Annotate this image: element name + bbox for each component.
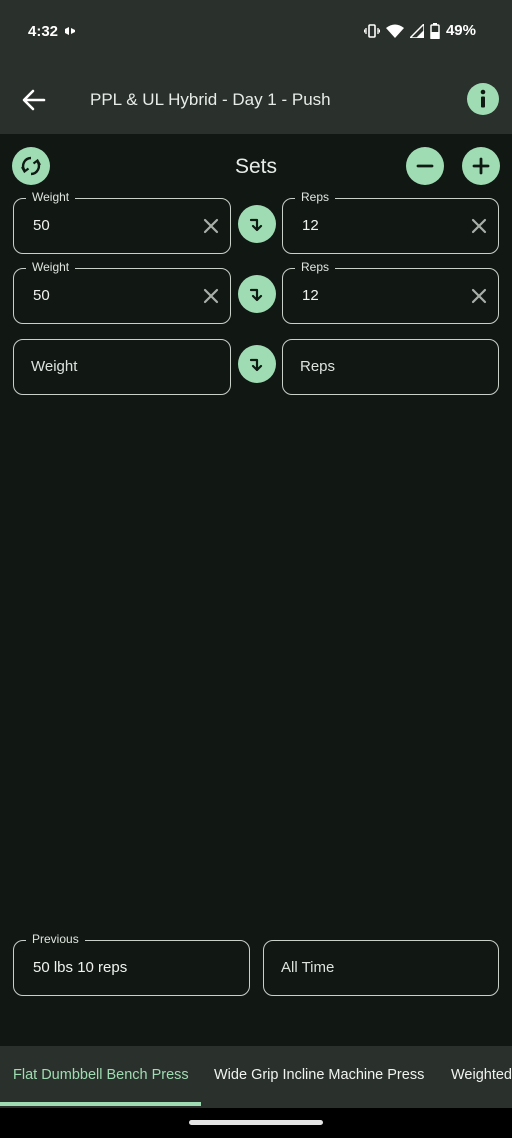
- notification-icon: [65, 27, 75, 35]
- wifi-icon: [385, 24, 404, 38]
- clear-icon[interactable]: [202, 287, 220, 305]
- previous-field[interactable]: Previous 50 lbs 10 reps: [13, 932, 250, 996]
- signal-icon: [409, 23, 424, 38]
- vibrate-icon: [363, 23, 380, 38]
- reps-label: Reps: [295, 190, 336, 204]
- app-bar: PPL & UL Hybrid - Day 1 - Push: [0, 64, 512, 134]
- turn-down-arrow-icon: [249, 358, 263, 372]
- reps-label: Reps: [295, 260, 336, 274]
- reps-field[interactable]: Reps 12: [282, 260, 499, 324]
- weight-placeholder: Weight: [31, 358, 78, 375]
- exercise-tab-bar: Flat Dumbbell Bench Press Wide Grip Incl…: [0, 1046, 512, 1108]
- time-range-value: All Time: [281, 959, 335, 976]
- tab-weighted[interactable]: Weighted: [451, 1067, 512, 1083]
- copy-down-button[interactable]: [238, 275, 276, 313]
- battery-icon: [430, 22, 440, 39]
- workout-title: PPL & UL Hybrid - Day 1 - Push: [90, 90, 331, 109]
- previous-value: 50 lbs 10 reps: [33, 959, 128, 976]
- reps-field[interactable]: Reps: [282, 339, 499, 395]
- status-bar: 4:32 49%: [0, 0, 512, 64]
- clear-icon[interactable]: [470, 287, 488, 305]
- reps-value: 12: [302, 217, 319, 234]
- weight-field[interactable]: Weight 50: [13, 260, 231, 324]
- minus-icon: [416, 164, 434, 168]
- status-time: 4:32: [28, 23, 59, 40]
- turn-down-arrow-icon: [249, 288, 263, 302]
- tab-wide-grip-incline-machine-press[interactable]: Wide Grip Incline Machine Press: [214, 1067, 424, 1083]
- clear-icon[interactable]: [202, 217, 220, 235]
- home-gesture-handle[interactable]: [189, 1120, 323, 1125]
- weight-label: Weight: [26, 190, 76, 204]
- weight-field[interactable]: Weight: [13, 339, 231, 395]
- reps-value: 12: [302, 287, 319, 304]
- reps-field[interactable]: Reps 12: [282, 190, 499, 254]
- info-icon: [480, 89, 486, 108]
- battery-percent: 49%: [445, 22, 476, 39]
- info-button[interactable]: [467, 83, 499, 115]
- tab-flat-dumbbell-bench-press[interactable]: Flat Dumbbell Bench Press: [13, 1067, 189, 1083]
- previous-label: Previous: [26, 932, 85, 946]
- status-icons: 49%: [363, 22, 476, 39]
- active-tab-indicator: [0, 1102, 201, 1106]
- weight-value: 50: [33, 287, 50, 304]
- add-set-button[interactable]: [462, 147, 500, 185]
- reps-placeholder: Reps: [300, 358, 336, 375]
- weight-value: 50: [33, 217, 50, 234]
- plus-icon: [472, 157, 490, 175]
- copy-down-button[interactable]: [238, 345, 276, 383]
- copy-down-button[interactable]: [238, 205, 276, 243]
- weight-label: Weight: [26, 260, 76, 274]
- weight-field[interactable]: Weight 50: [13, 190, 231, 254]
- system-nav-bar: [0, 1108, 512, 1138]
- remove-set-button[interactable]: [406, 147, 444, 185]
- back-arrow-icon[interactable]: [20, 86, 48, 114]
- clear-icon[interactable]: [470, 217, 488, 235]
- time-range-select[interactable]: All Time: [263, 940, 499, 996]
- turn-down-arrow-icon: [249, 218, 263, 232]
